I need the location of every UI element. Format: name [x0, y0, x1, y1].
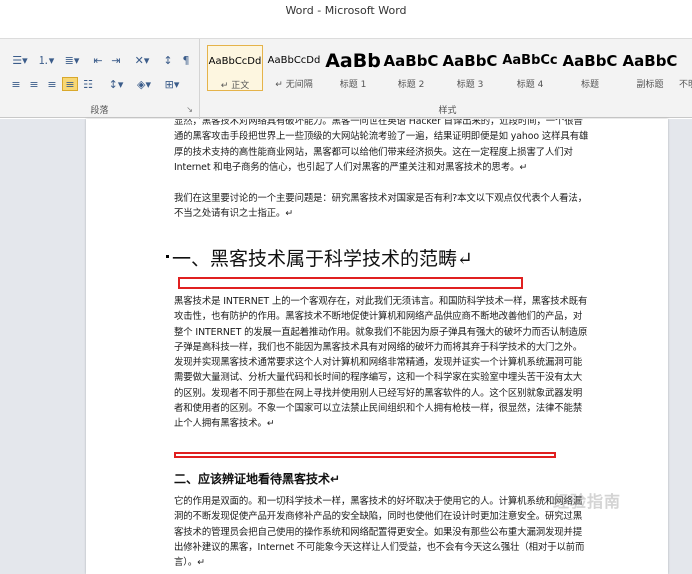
- highlight-box-1: [178, 277, 523, 289]
- style-name: ↵ 正文: [220, 81, 250, 91]
- ribbon: ☰▾ ⒈▾ ≣▾ ⇤ ⇥ ✕▾ ↕ ¶ ≡ ≡ ≡ ≡ ☷ ↕▾ ◈▾ ⊞▾ 段…: [0, 38, 692, 119]
- style-name: 标题 3: [456, 80, 484, 90]
- heading-marker: [166, 255, 169, 258]
- align-left-icon[interactable]: ≡: [8, 77, 24, 91]
- style-name: 标题 2: [397, 80, 425, 90]
- style-no-spacing[interactable]: AaBbCcDd ↵ 无间隔: [265, 45, 323, 91]
- style-preview: [679, 45, 692, 75]
- line-spacing-icon[interactable]: ↕▾: [104, 77, 128, 91]
- chinese-layout-icon[interactable]: ✕▾: [130, 53, 154, 67]
- window-title: Word - Microsoft Word: [285, 4, 407, 17]
- paragraph-science[interactable]: 黑客技术是 INTERNET 上的一个客观存在，对此我们无须讳言。和国防科学技术…: [174, 294, 590, 432]
- paragraph-question[interactable]: 我们在这里要讨论的一个主要问题是：研究黑客技术对国家是否有利?本文以下观点仅代表…: [174, 191, 590, 222]
- borders-icon[interactable]: ⊞▾: [160, 77, 184, 91]
- highlight-box-2: [174, 452, 556, 458]
- paragraph-intro[interactable]: 显然，黑客技术对网络具有破坏能力。黑客一问世在英语 Hacker 首译出来的，近…: [174, 119, 590, 175]
- bullets-icon[interactable]: ☰▾: [8, 53, 32, 67]
- decrease-indent-icon[interactable]: ⇤: [90, 53, 106, 67]
- style-name: ↵ 无间隔: [275, 80, 313, 90]
- show-marks-icon[interactable]: ¶: [178, 53, 194, 67]
- multilevel-list-icon[interactable]: ≣▾: [60, 53, 84, 67]
- paragraph-dialectic[interactable]: 它的作用是双面的。和一切科学技术一样，黑客技术的好坏取决于使用它的人。计算机系统…: [174, 494, 590, 570]
- paragraph-group-label: 段落: [90, 106, 109, 116]
- style-preview: AaBbC: [562, 52, 618, 70]
- style-preview: AaBbCc: [502, 53, 558, 68]
- style-normal[interactable]: AaBbCcDd ↵ 正文: [207, 45, 263, 91]
- style-subtitle[interactable]: AaBbC 副标题: [621, 45, 679, 91]
- style-more[interactable]: 不明: [679, 45, 692, 91]
- styles-group: AaBbCcDd ↵ 正文 AaBbCcDd ↵ 无间隔 AaBb 标题 1 A…: [203, 39, 692, 119]
- style-name: 不明: [679, 80, 692, 90]
- style-name: 标题 1: [339, 80, 367, 90]
- style-preview: AaBbCcDd: [267, 55, 321, 66]
- style-name: 标题 4: [516, 80, 544, 90]
- heading-1[interactable]: 一、黑客技术属于科学技术的范畴↵: [172, 244, 473, 271]
- style-name: 副标题: [636, 80, 664, 90]
- heading-2[interactable]: 二、应该辨证地看待黑客技术↵: [174, 470, 340, 487]
- align-center-icon[interactable]: ≡: [26, 77, 42, 91]
- style-heading-4[interactable]: AaBbCc 标题 4: [501, 45, 559, 91]
- style-heading-3[interactable]: AaBbC 标题 3: [441, 45, 499, 91]
- style-preview: AaBbC: [442, 52, 498, 70]
- distributed-icon[interactable]: ☷: [80, 77, 96, 91]
- dialog-launcher-icon[interactable]: ↘: [186, 105, 193, 114]
- style-preview: AaBbC: [622, 52, 678, 70]
- numbering-icon[interactable]: ⒈▾: [34, 53, 58, 67]
- style-heading-2[interactable]: AaBbC 标题 2: [383, 45, 439, 91]
- justify-icon[interactable]: ≡: [62, 77, 78, 91]
- style-preview: AaBb: [325, 50, 381, 72]
- paragraph-group: ☰▾ ⒈▾ ≣▾ ⇤ ⇥ ✕▾ ↕ ¶ ≡ ≡ ≡ ≡ ☷ ↕▾ ◈▾ ⊞▾ 段…: [0, 39, 200, 119]
- style-title[interactable]: AaBbC 标题: [561, 45, 619, 91]
- style-preview: AaBbC: [383, 52, 439, 70]
- sort-icon[interactable]: ↕: [160, 53, 176, 67]
- style-name: 标题: [580, 80, 599, 90]
- style-preview: AaBbCcDd: [208, 56, 262, 67]
- styles-group-label: 样式: [438, 106, 457, 116]
- shading-icon[interactable]: ◈▾: [132, 77, 156, 91]
- title-bar: Word - Microsoft Word: [0, 0, 692, 26]
- increase-indent-icon[interactable]: ⇥: [108, 53, 124, 67]
- style-heading-1[interactable]: AaBb 标题 1: [325, 45, 381, 91]
- align-right-icon[interactable]: ≡: [44, 77, 60, 91]
- watermark: 经验指南: [553, 492, 622, 511]
